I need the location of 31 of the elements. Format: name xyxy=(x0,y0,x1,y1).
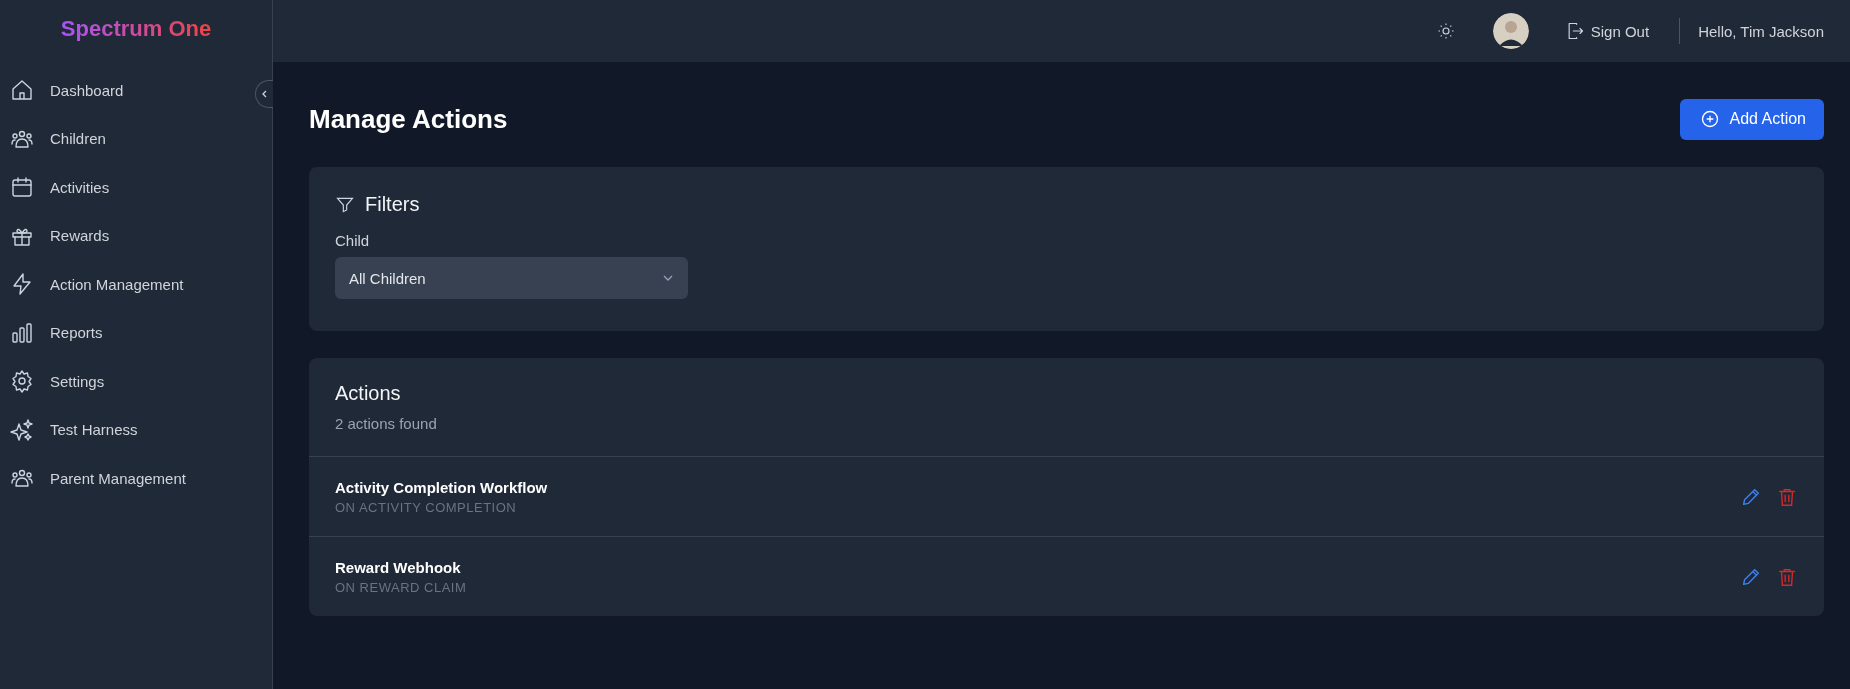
page-title: Manage Actions xyxy=(309,103,508,135)
field-label: Child xyxy=(335,232,371,249)
actions-count: 2 actions found xyxy=(335,415,438,432)
nav-item[interactable]: Children xyxy=(0,114,116,163)
action-trigger: ON ACTIVITY COMPLETION xyxy=(335,499,518,515)
plus-circle-icon xyxy=(1699,109,1720,129)
action-name: Reward Webhook xyxy=(335,558,462,576)
greeting: Hello, Tim Jackson xyxy=(1698,22,1824,40)
settings-icon xyxy=(10,369,34,394)
sign-out-button[interactable]: Sign Out xyxy=(1564,21,1650,41)
actions-title: Actions xyxy=(335,382,402,405)
nav-item[interactable]: Dashboard xyxy=(0,66,134,115)
calendar-icon xyxy=(10,175,34,200)
collapse-button[interactable] xyxy=(255,80,273,108)
nav-item[interactable]: Settings xyxy=(0,357,115,406)
action-trigger: ON REWARD CLAIM xyxy=(335,579,467,595)
nav-item[interactable]: Action Management xyxy=(0,260,194,309)
avatar[interactable] xyxy=(1492,13,1529,49)
nav-item[interactable]: Test Harness xyxy=(0,405,148,454)
action-name: Activity Completion Workflow xyxy=(335,478,548,496)
nav-item[interactable]: Activities xyxy=(0,163,120,212)
child-select[interactable]: All Children xyxy=(335,257,688,299)
sparkles-icon xyxy=(10,417,34,442)
nav-item[interactable]: Reports xyxy=(0,308,113,357)
nav-item[interactable]: Parent Management xyxy=(0,454,196,503)
filters-title: Filters xyxy=(365,193,420,216)
sun-icon[interactable] xyxy=(1436,22,1455,40)
nav-item[interactable]: Rewards xyxy=(0,211,120,260)
home-icon xyxy=(10,78,34,103)
bar-chart-icon xyxy=(10,320,34,345)
add-action-button[interactable]: Add Action xyxy=(1679,98,1824,140)
